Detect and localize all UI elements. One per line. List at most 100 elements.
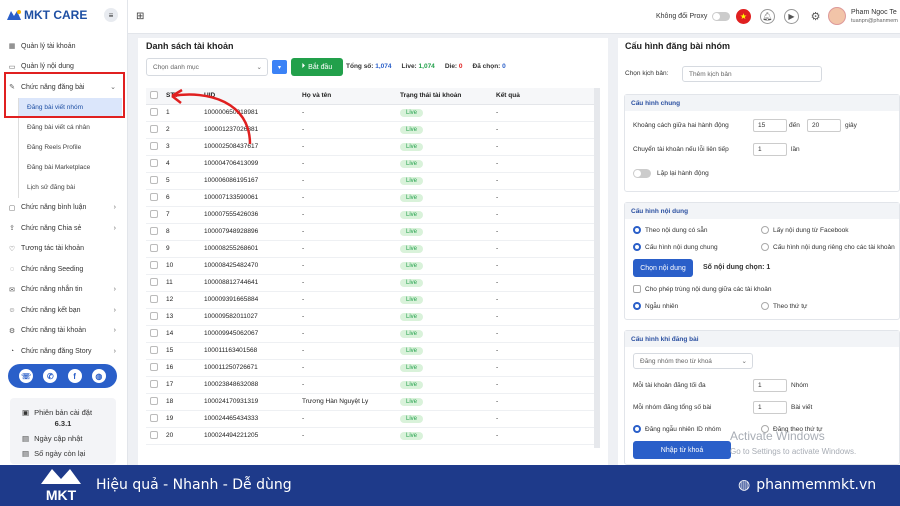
sidebar-item-story[interactable]: ◔ Chức năng đăng Story ›	[0, 341, 128, 362]
row-checkbox[interactable]	[150, 362, 158, 371]
table-row[interactable]: 19 100024465434333 - Live -	[146, 410, 594, 428]
row-checkbox[interactable]	[150, 379, 158, 388]
layout-icon[interactable]: ⊞	[136, 11, 144, 22]
row-checkbox[interactable]	[150, 345, 158, 354]
table-row[interactable]: 20 100024494221205 - Live -	[146, 427, 594, 445]
interval-to-input[interactable]: 20	[807, 119, 841, 132]
table-row[interactable]: 17 100023848632088 - Live -	[146, 376, 594, 394]
row-checkbox[interactable]	[150, 124, 158, 133]
posting-mode-select[interactable]: Đăng nhóm theo từ khoá ⌄	[633, 353, 753, 369]
import-keywords-button[interactable]: Nhập từ khoá	[633, 441, 731, 459]
row-checkbox[interactable]	[150, 294, 158, 303]
posting-mode-value: Đăng nhóm theo từ khoá	[640, 357, 712, 365]
row-checkbox[interactable]	[150, 192, 158, 201]
subitem-marketplace[interactable]: Đăng bài Marketplace	[18, 157, 128, 178]
sidebar-item-comment[interactable]: ▢ Chức năng bình luận ›	[0, 198, 128, 219]
opt-random[interactable]: Ngẫu nhiên	[633, 302, 678, 310]
subitem-post-history[interactable]: Lịch sử đăng bài	[18, 177, 128, 198]
subitem-reels-profile[interactable]: Đăng Reels Profile	[18, 137, 128, 158]
repeat-toggle[interactable]	[633, 169, 651, 178]
opt-facebook-content[interactable]: Lấy nội dung từ Facebook	[761, 226, 849, 234]
table-row[interactable]: 18 100024170931319 Trương Hàn Nguyệt Ly …	[146, 393, 594, 411]
row-checkbox[interactable]	[150, 328, 158, 337]
sidebar-item-share[interactable]: ⇪ Chức năng Chia sẻ ›	[0, 218, 128, 239]
start-button[interactable]: ⏵ Bắt đầu	[291, 58, 343, 76]
watermark-line2: Go to Settings to activate Windows.	[730, 447, 857, 456]
opt-random-group-id[interactable]: Đăng ngẫu nhiên ID nhóm	[633, 425, 721, 433]
general-config-header[interactable]: Cấu hình chung	[625, 95, 899, 111]
row-checkbox[interactable]	[150, 158, 158, 167]
filter-button[interactable]: ▾	[272, 60, 287, 74]
gear-icon[interactable]: ⚙	[808, 9, 823, 24]
row-checkbox[interactable]	[150, 141, 158, 150]
category-select[interactable]: Chọn danh mục ⌄	[146, 58, 268, 76]
row-checkbox[interactable]	[150, 260, 158, 269]
table-row[interactable]: 6 100007133590061 - Live -	[146, 189, 594, 207]
posting-config-header[interactable]: Cấu hình khi đăng bài	[625, 331, 899, 347]
subitem-personal-post[interactable]: Đăng bài viết cá nhân	[18, 117, 128, 138]
content-config-header[interactable]: Cấu hình nội dung	[625, 203, 899, 219]
row-checkbox[interactable]	[150, 209, 158, 218]
table-scrollbar[interactable]	[594, 88, 600, 448]
table-row[interactable]: 9 100008255268601 - Live -	[146, 240, 594, 258]
facebook-icon[interactable]: f	[67, 369, 82, 383]
table-row[interactable]: 13 100009582011027 - Live -	[146, 308, 594, 326]
opt-existing-content[interactable]: Theo nội dung có sẵn	[633, 226, 708, 234]
row-checkbox[interactable]	[150, 175, 158, 184]
footer-website[interactable]: ◍ phanmemmkt.vn	[738, 477, 876, 493]
opt-common-content[interactable]: Cấu hình nội dung chung	[633, 243, 718, 251]
row-checkbox[interactable]	[150, 396, 158, 405]
opt-order[interactable]: Theo thứ tự	[761, 302, 807, 310]
table-row[interactable]: 8 100007948928896 - Live -	[146, 223, 594, 241]
footer-logo: MKT	[38, 467, 84, 503]
table-row[interactable]: 12 100009391665884 - Live -	[146, 291, 594, 309]
bell-icon[interactable]: 🔔︎	[760, 9, 775, 24]
messenger-icon[interactable]: ✆	[43, 369, 58, 383]
table-row[interactable]: 15 100011163401568 - Live -	[146, 342, 594, 360]
column-status[interactable]: Trạng thái tài khoản	[396, 88, 492, 105]
play-icon[interactable]: ▶	[784, 9, 799, 24]
per-group-input[interactable]: 1	[753, 401, 787, 414]
sidebar-item-account-func[interactable]: ⚙ Chức năng tài khoản ›	[0, 321, 128, 342]
table-row[interactable]: 14 100009945062067 - Live -	[146, 325, 594, 343]
row-checkbox[interactable]	[150, 243, 158, 252]
column-name[interactable]: Họ và tên	[298, 88, 396, 105]
sidebar-item-friend[interactable]: ☺ Chức năng kết bạn ›	[0, 300, 128, 321]
proxy-toggle[interactable]	[712, 12, 731, 21]
opt-individual-content[interactable]: Cấu hình nội dung riêng cho các tài khoả…	[761, 243, 895, 251]
row-checkbox[interactable]	[150, 226, 158, 235]
avatar[interactable]	[828, 7, 846, 25]
vietnam-flag-icon[interactable]: ★	[736, 9, 751, 24]
menu-toggle-icon[interactable]: ≡	[104, 8, 118, 22]
support-icon[interactable]: ☏	[19, 369, 34, 383]
row-checkbox[interactable]	[150, 430, 158, 439]
row-checkbox[interactable]	[150, 311, 158, 320]
table-row[interactable]: 4 100004706413099 - Live -	[146, 155, 594, 173]
switch-account-input[interactable]: 1	[753, 143, 787, 156]
table-row[interactable]: 16 100011250726671 - Live -	[146, 359, 594, 377]
version-label: Phiên bản cài đặt	[34, 408, 93, 417]
sidebar-item-accounts[interactable]: ▦ Quản lý tài khoản	[0, 36, 128, 57]
select-all-checkbox[interactable]	[150, 90, 158, 99]
interval-from-input[interactable]: 15	[753, 119, 787, 132]
sidebar-item-interact[interactable]: ♡ Tương tác tài khoản	[0, 239, 128, 260]
table-row[interactable]: 7 100007555426036 - Live -	[146, 206, 594, 224]
cell-status: Live	[396, 393, 492, 411]
cell-stt: 10	[162, 257, 200, 275]
allow-duplicate-checkbox[interactable]: Cho phép trùng nội dung giữa các tài kho…	[633, 285, 772, 293]
row-checkbox[interactable]	[150, 277, 158, 286]
row-checkbox[interactable]	[150, 413, 158, 422]
sidebar-item-message[interactable]: ✉ Chức năng nhắn tin ›	[0, 280, 128, 301]
scenario-select[interactable]: Thêm kịch bản	[682, 66, 822, 82]
table-row[interactable]: 5 100006086195167 - Live -	[146, 172, 594, 190]
user-profile[interactable]: Pham Ngoc Te tuanpn@phanmem	[828, 7, 898, 25]
table-row[interactable]: 11 100008812744641 - Live -	[146, 274, 594, 292]
opt-individual-content-label: Cấu hình nội dung riêng cho các tài khoả…	[773, 243, 895, 251]
sidebar-item-seeding[interactable]: ◌ Chức năng Seeding	[0, 259, 128, 280]
table-row[interactable]: 10 100008425482470 - Live -	[146, 257, 594, 275]
per-account-input[interactable]: 1	[753, 379, 787, 392]
globe-icon[interactable]: ◍	[91, 369, 106, 383]
column-result[interactable]: Kết quả	[492, 88, 594, 105]
choose-content-button[interactable]: Chọn nội dung	[633, 259, 693, 277]
row-checkbox[interactable]	[150, 107, 158, 116]
